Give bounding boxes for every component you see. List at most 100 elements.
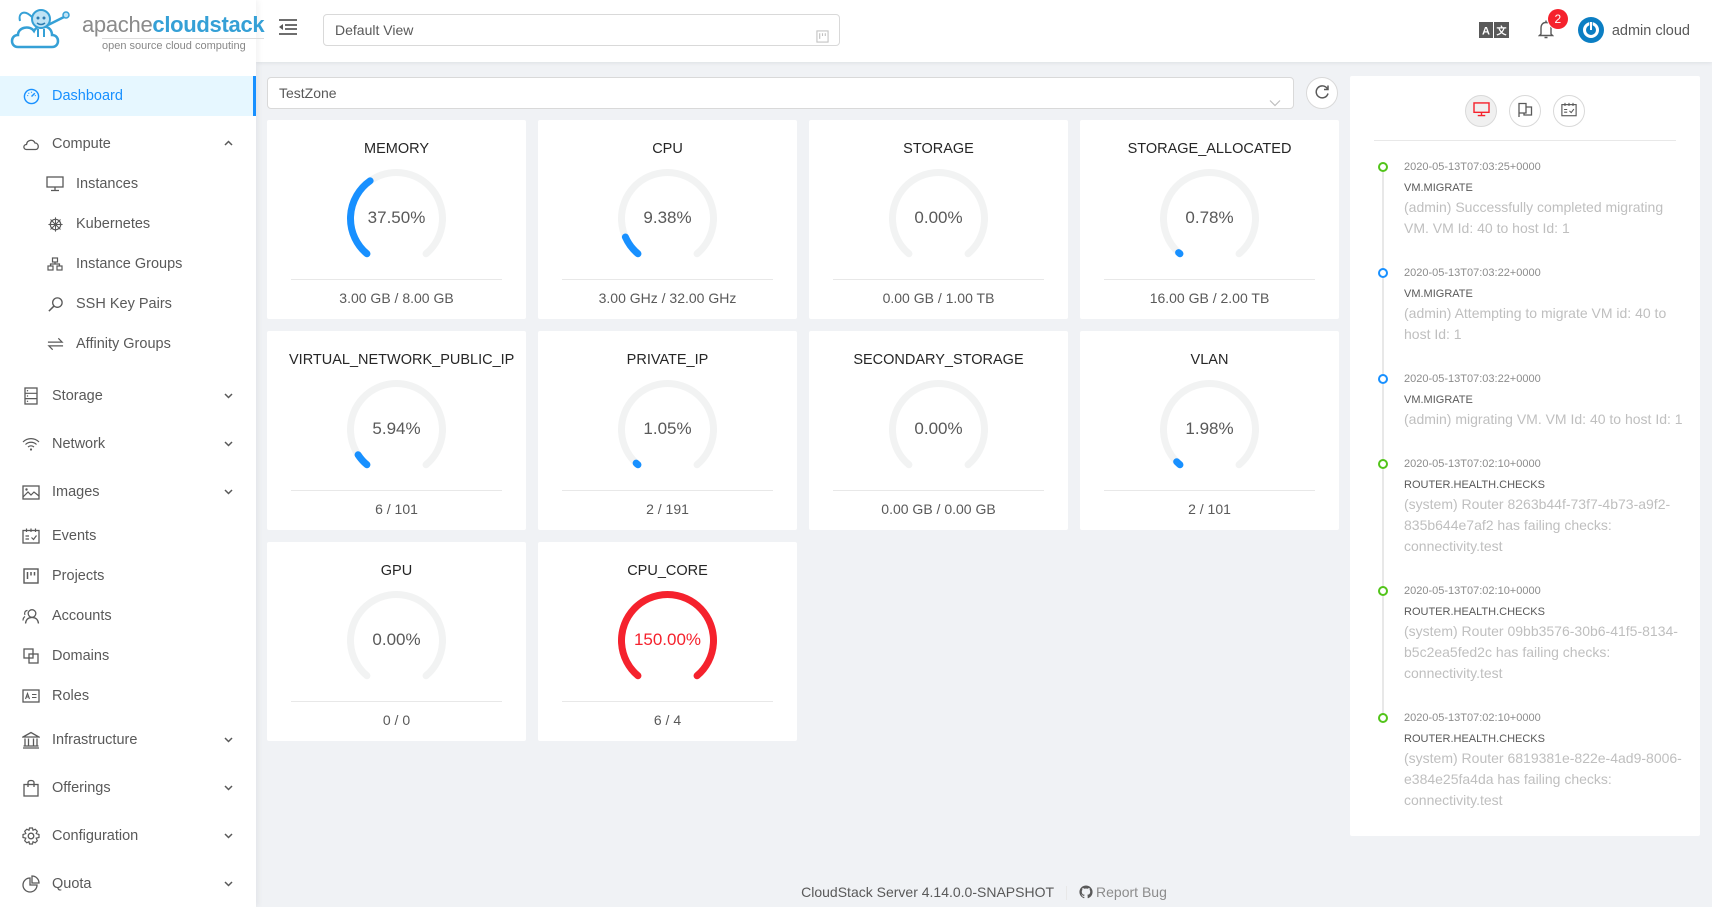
chevron-down-icon [222, 830, 234, 842]
sidebar-item-label: Network [52, 436, 106, 452]
capacity-card: MEMORY 37.50% 3.00 GB / 8.00 GB [267, 120, 526, 319]
sidebar-item-label: Roles [52, 688, 90, 704]
setting-icon [22, 827, 40, 845]
translate-icon: A文 [1478, 21, 1509, 41]
chevron-down-icon [222, 734, 234, 746]
event-type: VM.MIGRATE [1404, 288, 1473, 300]
event-time: 2020-05-13T07:02:10+0000 [1404, 712, 1541, 724]
brand-name-part2: cloudstack [152, 11, 265, 37]
gauge-value-arc [1173, 458, 1184, 469]
sidebar-item-offerings[interactable]: Offerings [0, 764, 256, 812]
event-status-dot [1378, 713, 1388, 723]
tab-flag-events[interactable] [1509, 95, 1541, 127]
user-menu[interactable]: admin cloud [1572, 0, 1712, 62]
brand-tagline: open source cloud computing [102, 37, 265, 52]
schedule-icon [1561, 102, 1577, 120]
capacity-title: PRIVATE_IP [626, 352, 709, 368]
event-type: ROUTER.HEALTH.CHECKS [1404, 606, 1545, 618]
sidebar-item-accounts[interactable]: Accounts [0, 596, 256, 636]
capacity-card: STORAGE_ALLOCATED 0.78% 16.00 GB / 2.00 … [1080, 120, 1339, 319]
schedule-icon [22, 527, 40, 545]
logo[interactable]: apachecloudstack open source cloud compu… [0, 0, 265, 64]
capacity-percent: 9.38% [643, 208, 692, 227]
sidebar-item-network[interactable]: Network [0, 420, 256, 468]
sidebar-item-label: Quota [52, 876, 92, 892]
sidebar-item-images[interactable]: Images [0, 468, 256, 516]
footer: CloudStack Server 4.14.0.0-SNAPSHOT Repor… [256, 884, 1712, 901]
bank-icon [22, 731, 40, 749]
event-type: VM.MIGRATE [1404, 182, 1473, 194]
chevron-down-icon [1269, 87, 1281, 117]
capacity-title: VIRTUAL_NETWORK_PUBLIC_IP [289, 352, 515, 368]
cluster-icon [46, 255, 64, 273]
menu-fold-icon[interactable] [278, 18, 300, 40]
capacity-usage: 0.00 GB / 1.00 TB [882, 290, 995, 306]
sidebar-item-compute[interactable]: Compute [0, 124, 256, 164]
sidebar-item-configuration[interactable]: Configuration [0, 812, 256, 860]
sidebar: apachecloudstack open source cloud compu… [0, 0, 265, 907]
capacity-title: GPU [380, 563, 413, 579]
project-view-select[interactable]: Default View [323, 14, 840, 46]
report-bug-label: Report Bug [1096, 884, 1167, 900]
report-bug-link[interactable]: Report Bug [1079, 884, 1167, 900]
block-icon [22, 647, 40, 665]
tab-schedule-events[interactable] [1553, 95, 1585, 127]
sidebar-item-ssh-key-pairs[interactable]: SSH Key Pairs [0, 284, 256, 324]
sidebar-item-events[interactable]: Events [0, 516, 256, 556]
wifi-icon [22, 435, 40, 453]
events-panel: 2020-05-13T07:03:25+0000 VM.MIGRATE (adm… [1350, 76, 1700, 836]
sidebar-item-kubernetes[interactable]: Kubernetes [0, 204, 256, 244]
card-divider [291, 701, 502, 702]
zone-select-value: TestZone [279, 85, 337, 101]
github-icon [1079, 885, 1093, 899]
sidebar-item-label: Projects [52, 568, 105, 584]
team-icon [22, 607, 40, 625]
event-item: 2020-05-13T07:03:25+0000 VM.MIGRATE (adm… [1378, 160, 1688, 272]
capacity-title: CPU [652, 141, 683, 157]
capacity-usage: 0.00 GB / 0.00 GB [881, 501, 996, 517]
event-item: 2020-05-13T07:02:10+0000 ROUTER.HEALTH.C… [1378, 711, 1688, 838]
capacity-title: VLAN [1190, 352, 1229, 368]
sidebar-item-label: Kubernetes [76, 216, 151, 232]
tab-vm-events[interactable] [1465, 95, 1497, 127]
sidebar-item-storage[interactable]: Storage [0, 372, 256, 420]
gauge-value-arc [632, 459, 642, 469]
sidebar-item-label: Instances [76, 176, 139, 192]
sidebar-item-label: Instance Groups [76, 256, 183, 272]
sidebar-item-instances[interactable]: Instances [0, 164, 256, 204]
event-status-dot [1378, 374, 1388, 384]
sidebar-item-dashboard[interactable]: Dashboard [0, 76, 256, 116]
key-icon [46, 295, 64, 313]
refresh-button[interactable] [1306, 77, 1338, 109]
desktop-icon [46, 175, 64, 193]
sidebar-item-quota[interactable]: Quota [0, 860, 256, 907]
sidebar-item-instance-groups[interactable]: Instance Groups [0, 244, 256, 284]
capacity-percent: 1.05% [643, 419, 692, 438]
zone-select[interactable]: TestZone [267, 77, 1294, 109]
event-status-dot [1378, 162, 1388, 172]
timeline-line [1382, 596, 1384, 717]
sidebar-item-label: Domains [52, 648, 110, 664]
project-view-value: Default View [335, 22, 414, 38]
notifications-button[interactable]: 2 [1520, 0, 1572, 62]
sidebar-item-roles[interactable]: Roles [0, 676, 256, 716]
gauge-value-arc [621, 233, 642, 258]
sidebar-item-affinity-groups[interactable]: Affinity Groups [0, 324, 256, 364]
avatar [1577, 16, 1604, 46]
event-time: 2020-05-13T07:02:10+0000 [1404, 585, 1541, 597]
timeline-line [1382, 278, 1384, 378]
event-item: 2020-05-13T07:02:10+0000 ROUTER.HEALTH.C… [1378, 584, 1688, 717]
header: Default View A文 2 admin cloud [256, 0, 1712, 62]
events-divider [1374, 140, 1676, 141]
language-button[interactable]: A文 [1468, 0, 1520, 62]
sidebar-item-label: Configuration [52, 828, 139, 844]
reload-icon [1314, 84, 1330, 103]
timeline-line [1382, 384, 1384, 463]
capacity-card: VIRTUAL_NETWORK_PUBLIC_IP 5.94% 6 / 101 [267, 331, 526, 530]
sidebar-item-infrastructure[interactable]: Infrastructure [0, 716, 256, 764]
capacity-percent: 0.78% [1185, 208, 1234, 227]
sidebar-item-projects[interactable]: Projects [0, 556, 256, 596]
sidebar-item-domains[interactable]: Domains [0, 636, 256, 676]
capacity-usage: 0 / 0 [382, 712, 411, 728]
user-name: admin cloud [1611, 23, 1690, 39]
